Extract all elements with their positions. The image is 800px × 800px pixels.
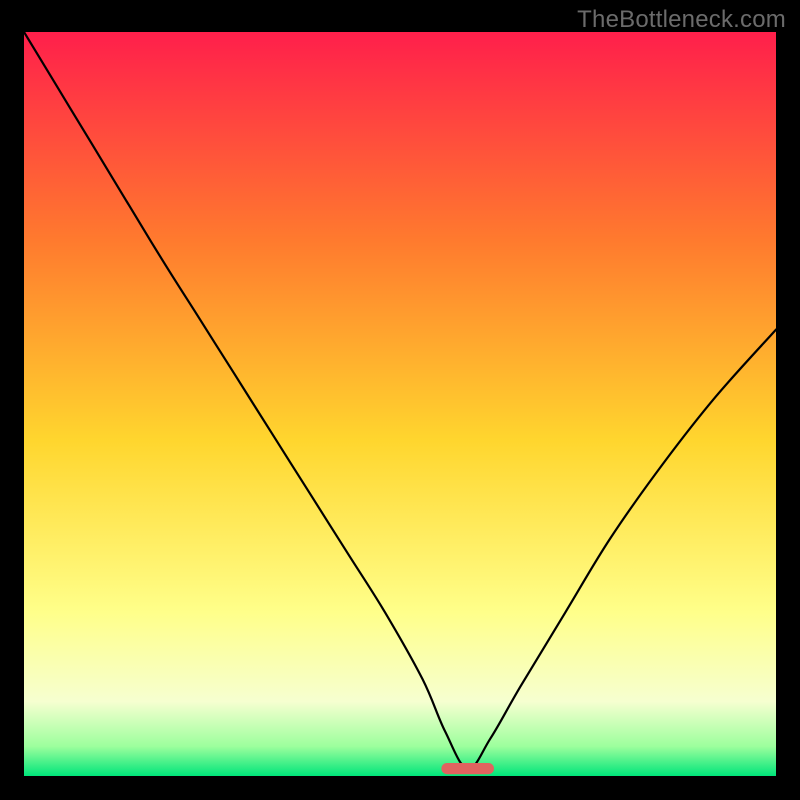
gradient-background bbox=[24, 32, 776, 776]
chart-svg bbox=[24, 32, 776, 776]
plot-area bbox=[24, 32, 776, 776]
watermark-text: TheBottleneck.com bbox=[577, 6, 786, 34]
chart-frame: TheBottleneck.com bbox=[0, 0, 800, 800]
optimum-marker bbox=[441, 763, 494, 774]
